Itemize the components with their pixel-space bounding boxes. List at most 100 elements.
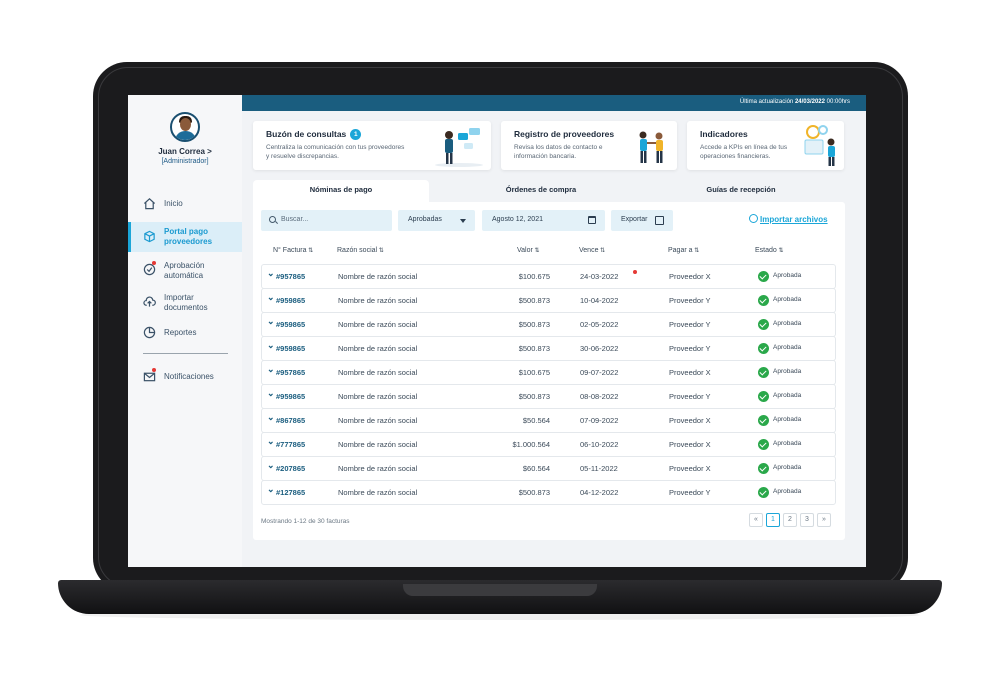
invoice-number[interactable]: #207865 <box>267 460 305 473</box>
invoice-number[interactable]: #777865 <box>267 436 305 449</box>
col-header-razon-social[interactable]: Razón social <box>337 247 384 254</box>
col-header-pagar-a[interactable]: Pagar a <box>668 247 699 254</box>
due-date: 04-12-2022 <box>580 488 619 497</box>
business-name: Nombre de razón social <box>338 464 418 473</box>
tab-nominas-pago[interactable]: Nóminas de pago <box>253 180 429 202</box>
sidebar-item-label: Inicio <box>164 199 183 208</box>
page-prev-button[interactable]: « <box>749 513 763 527</box>
check-circle-icon <box>758 487 769 498</box>
business-name: Nombre de razón social <box>338 416 418 425</box>
sidebar-item-aprobacion[interactable]: Aprobación automática <box>128 260 242 284</box>
invoice-number[interactable]: #959865 <box>267 388 305 401</box>
status-label: Aprobada <box>773 272 802 279</box>
date-picker[interactable]: Agosto 12, 2021 <box>482 210 605 231</box>
pay-to: Proveedor Y <box>669 488 711 497</box>
avatar[interactable] <box>170 112 200 142</box>
sidebar-item-reportes[interactable]: Reportes <box>128 325 242 343</box>
table-row[interactable]: #957865 Nombre de razón social $100.675 09-… <box>261 360 836 385</box>
due-date: 07-09-2022 <box>580 416 619 425</box>
card-title: Indicadores <box>700 129 748 139</box>
page-2-button[interactable]: 2 <box>783 513 797 527</box>
col-header-factura[interactable]: N° Factura <box>273 247 313 254</box>
search-input[interactable]: Buscar... <box>261 210 392 231</box>
card-buzon-consultas[interactable]: Buzón de consultas 1 Centraliza la comuni… <box>253 121 491 170</box>
page-1-button[interactable]: 1 <box>766 513 780 527</box>
pay-to: Proveedor Y <box>669 296 711 305</box>
invoice-value: $500.873 <box>518 296 550 305</box>
sidebar-item-inicio[interactable]: Inicio <box>128 195 242 213</box>
table-row[interactable]: #207865 Nombre de razón social $60.564 05-1… <box>261 456 836 481</box>
table-row[interactable]: #959865 Nombre de razón social $500.873 02-… <box>261 312 836 337</box>
pie-chart-icon <box>143 326 156 339</box>
page-next-button[interactable]: » <box>817 513 831 527</box>
status-label: Aprobada <box>773 416 802 423</box>
table-row[interactable]: #867865 Nombre de razón social $50.564 07-0… <box>261 408 836 433</box>
pay-to: Proveedor X <box>669 368 711 377</box>
table-row[interactable]: #959865 Nombre de razón social $500.873 10-… <box>261 288 836 313</box>
sidebar-item-notificaciones[interactable]: Notificaciones <box>128 368 242 386</box>
card-registro-proveedores[interactable]: Registro de proveedores Revisa los datos… <box>501 121 677 170</box>
table-row[interactable]: #959865 Nombre de razón social $500.873 08-… <box>261 384 836 409</box>
sidebar-item-label: Aprobación automática <box>164 261 205 280</box>
calendar-icon <box>588 216 596 224</box>
check-circle-icon <box>758 439 769 450</box>
pay-to: Proveedor Y <box>669 392 711 401</box>
invoice-number[interactable]: #959865 <box>267 316 305 329</box>
page-3-button[interactable]: 3 <box>800 513 814 527</box>
due-date: 06-10-2022 <box>580 440 619 449</box>
invoice-number[interactable]: #127865 <box>267 484 305 497</box>
sidebar: Juan Correa > [Administrador] Inicio Por… <box>128 95 242 567</box>
invoice-number[interactable]: #959865 <box>267 292 305 305</box>
pay-to: Proveedor X <box>669 464 711 473</box>
table-row[interactable]: #127865 Nombre de razón social $500.873 04-… <box>261 480 836 505</box>
pay-to: Proveedor Y <box>669 320 711 329</box>
due-date: 10-04-2022 <box>580 296 619 305</box>
status-label: Aprobada <box>773 488 802 495</box>
sidebar-item-importar[interactable]: Importar documentos <box>128 292 242 316</box>
tab-ordenes-compra[interactable]: Órdenes de compra <box>453 180 629 202</box>
sidebar-item-label: Reportes <box>164 328 197 337</box>
table-row[interactable]: #959865 Nombre de razón social $500.873 30-… <box>261 336 836 361</box>
due-date: 05-11-2022 <box>580 464 618 473</box>
table-row[interactable]: #777865 Nombre de razón social $1.000.564 0… <box>261 432 836 457</box>
pay-to: Proveedor X <box>669 440 711 449</box>
handshake-illustration <box>639 131 663 163</box>
invoice-number[interactable]: #867865 <box>267 412 305 425</box>
invoice-value: $500.873 <box>518 392 550 401</box>
tab-guias-recepcion[interactable]: Guías de recepción <box>653 180 829 202</box>
due-date: 30-06-2022 <box>580 344 619 353</box>
col-header-vence[interactable]: Vence <box>579 247 605 254</box>
inbox-badge: 1 <box>350 129 362 141</box>
check-circle-icon <box>758 463 769 474</box>
pay-to: Proveedor Y <box>669 344 711 353</box>
sidebar-divider <box>143 353 228 354</box>
due-date: 08-08-2022 <box>580 392 619 401</box>
card-description: Revisa los datos de contacto e informaci… <box>514 144 603 160</box>
notification-dot <box>152 261 156 265</box>
check-circle-icon <box>758 343 769 354</box>
date-value: Agosto 12, 2021 <box>492 216 543 223</box>
table-row[interactable]: #957865 Nombre de razón social $100.675 24-… <box>261 264 836 289</box>
import-files-link[interactable]: Importar archivos <box>749 214 828 224</box>
check-circle-icon <box>758 319 769 330</box>
invoice-number[interactable]: #957865 <box>267 268 305 281</box>
status-select[interactable]: Aprobadas <box>398 210 475 231</box>
tab-bar: Nóminas de pago Órdenes de compra Guías … <box>253 180 845 202</box>
app-screen: Juan Correa > [Administrador] Inicio Por… <box>128 95 866 567</box>
invoice-value: $500.873 <box>518 320 550 329</box>
business-name: Nombre de razón social <box>338 320 418 329</box>
sidebar-item-label: Notificaciones <box>164 372 214 381</box>
invoice-table-body: #957865 Nombre de razón social $100.675 24-… <box>261 264 836 505</box>
col-header-valor[interactable]: Valor <box>517 247 540 254</box>
col-header-estado[interactable]: Estado <box>755 247 784 254</box>
invoice-value: $500.873 <box>518 344 550 353</box>
search-placeholder: Buscar... <box>281 216 309 223</box>
card-indicadores[interactable]: Indicadores Accede a KPIs en línea de tu… <box>687 121 844 170</box>
sidebar-item-portal-pago[interactable]: Portal pago proveedores <box>128 222 242 252</box>
invoice-number[interactable]: #959865 <box>267 340 305 353</box>
user-role: [Administrador] <box>161 158 209 165</box>
user-name[interactable]: Juan Correa > <box>128 147 242 156</box>
pay-to: Proveedor X <box>669 416 711 425</box>
invoice-number[interactable]: #957865 <box>267 364 305 377</box>
export-button[interactable]: Exportar <box>611 210 673 231</box>
